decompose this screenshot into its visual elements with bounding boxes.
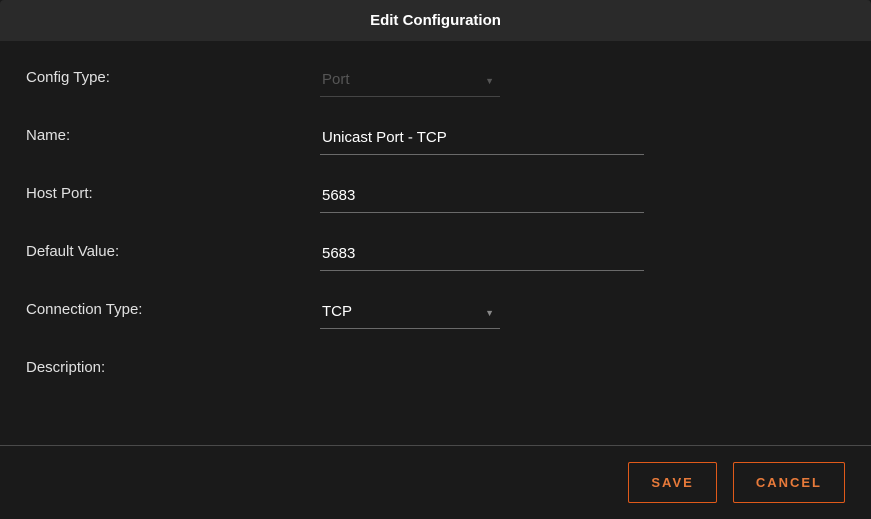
connection-type-select[interactable]: TCP ▼ [320,297,500,329]
name-label: Name: [26,123,320,144]
description-textarea[interactable] [320,355,644,445]
dialog-header: Edit Configuration [0,0,871,41]
dialog-body: Config Type: Port ▼ Name: Host Port: [0,41,871,445]
name-input[interactable] [320,123,644,155]
cancel-button[interactable]: CANCEL [733,462,845,503]
description-row: Description: [26,355,845,445]
config-type-value: Port [320,65,500,96]
host-port-row: Host Port: [26,181,845,213]
edit-configuration-dialog: Edit Configuration Config Type: Port ▼ N… [0,0,871,519]
chevron-down-icon: ▼ [485,76,494,86]
connection-type-label: Connection Type: [26,297,320,318]
config-type-select: Port ▼ [320,65,500,97]
host-port-input[interactable] [320,181,644,213]
default-value-input[interactable] [320,239,644,271]
dialog-footer: SAVE CANCEL [0,445,871,519]
dialog-title: Edit Configuration [0,12,871,29]
description-label: Description: [26,355,320,376]
default-value-label: Default Value: [26,239,320,260]
config-type-row: Config Type: Port ▼ [26,65,845,97]
default-value-row: Default Value: [26,239,845,271]
connection-type-row: Connection Type: TCP ▼ [26,297,845,329]
host-port-label: Host Port: [26,181,320,202]
connection-type-value: TCP [320,297,500,328]
config-type-label: Config Type: [26,65,320,86]
chevron-down-icon: ▼ [485,308,494,318]
name-row: Name: [26,123,845,155]
save-button[interactable]: SAVE [628,462,716,503]
